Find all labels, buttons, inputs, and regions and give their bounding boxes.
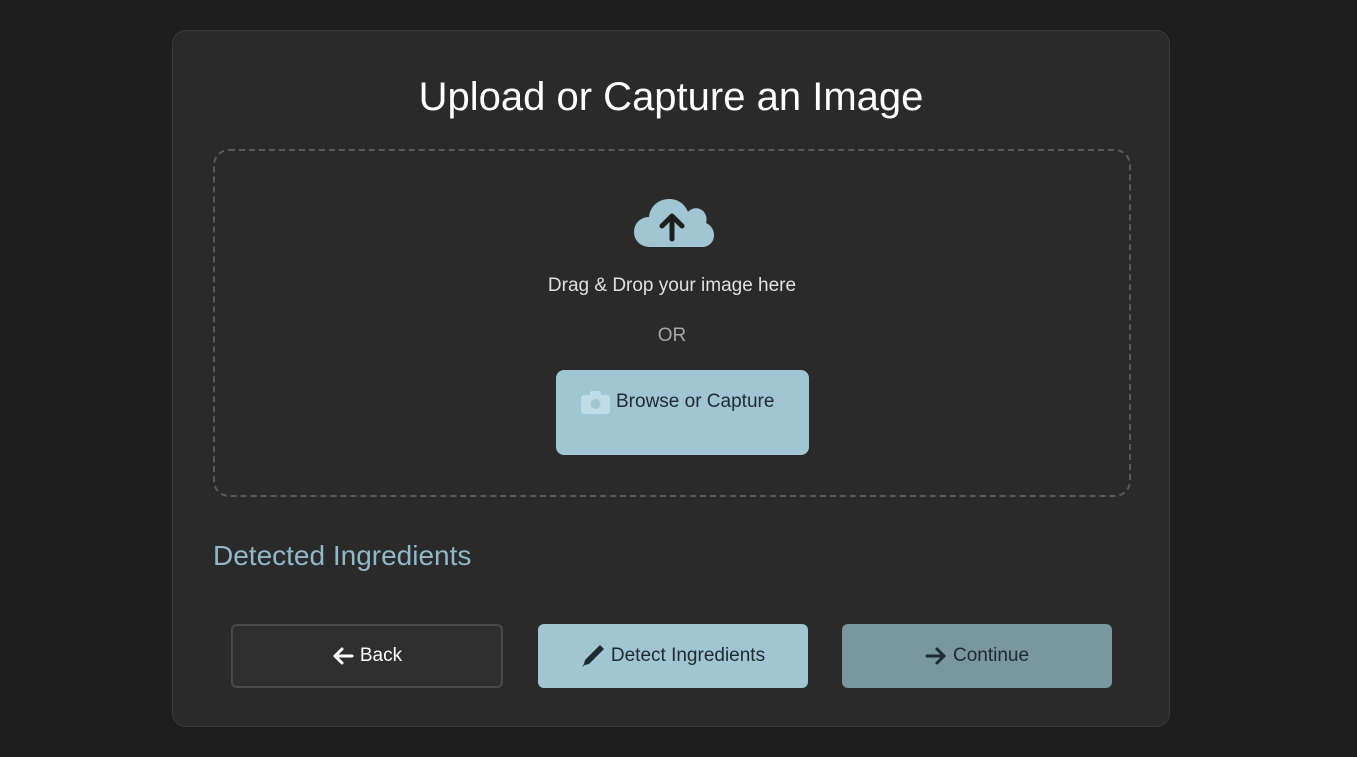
- detected-ingredients-heading: Detected Ingredients: [213, 540, 472, 571]
- cloud-upload-icon: [634, 199, 714, 247]
- arrow-right-icon: [925, 646, 947, 666]
- detect-button-label: Detect Ingredients: [610, 645, 766, 666]
- browse-or-capture-button[interactable]: Browse or Capture: [556, 370, 809, 455]
- or-separator: OR: [657, 325, 687, 346]
- back-button-label: Back: [359, 645, 403, 666]
- arrow-left-icon: [332, 646, 354, 666]
- upload-card: Upload or Capture an Image Drag & Drop y…: [172, 30, 1170, 727]
- detect-ingredients-button[interactable]: Detect Ingredients: [538, 624, 808, 688]
- continue-button-label: Continue: [952, 645, 1030, 666]
- back-button[interactable]: Back: [231, 624, 503, 688]
- browse-button-content: Browse or Capture: [581, 390, 774, 414]
- image-dropzone[interactable]: Drag & Drop your image here OR Browse or…: [213, 149, 1131, 497]
- page-title: Upload or Capture an Image: [418, 75, 924, 119]
- camera-icon: [581, 390, 610, 414]
- pencil-icon: [581, 644, 605, 668]
- browse-button-label: Browse or Capture: [616, 391, 775, 412]
- continue-button[interactable]: Continue: [842, 624, 1112, 688]
- drop-instructions: Drag & Drop your image here: [547, 275, 797, 296]
